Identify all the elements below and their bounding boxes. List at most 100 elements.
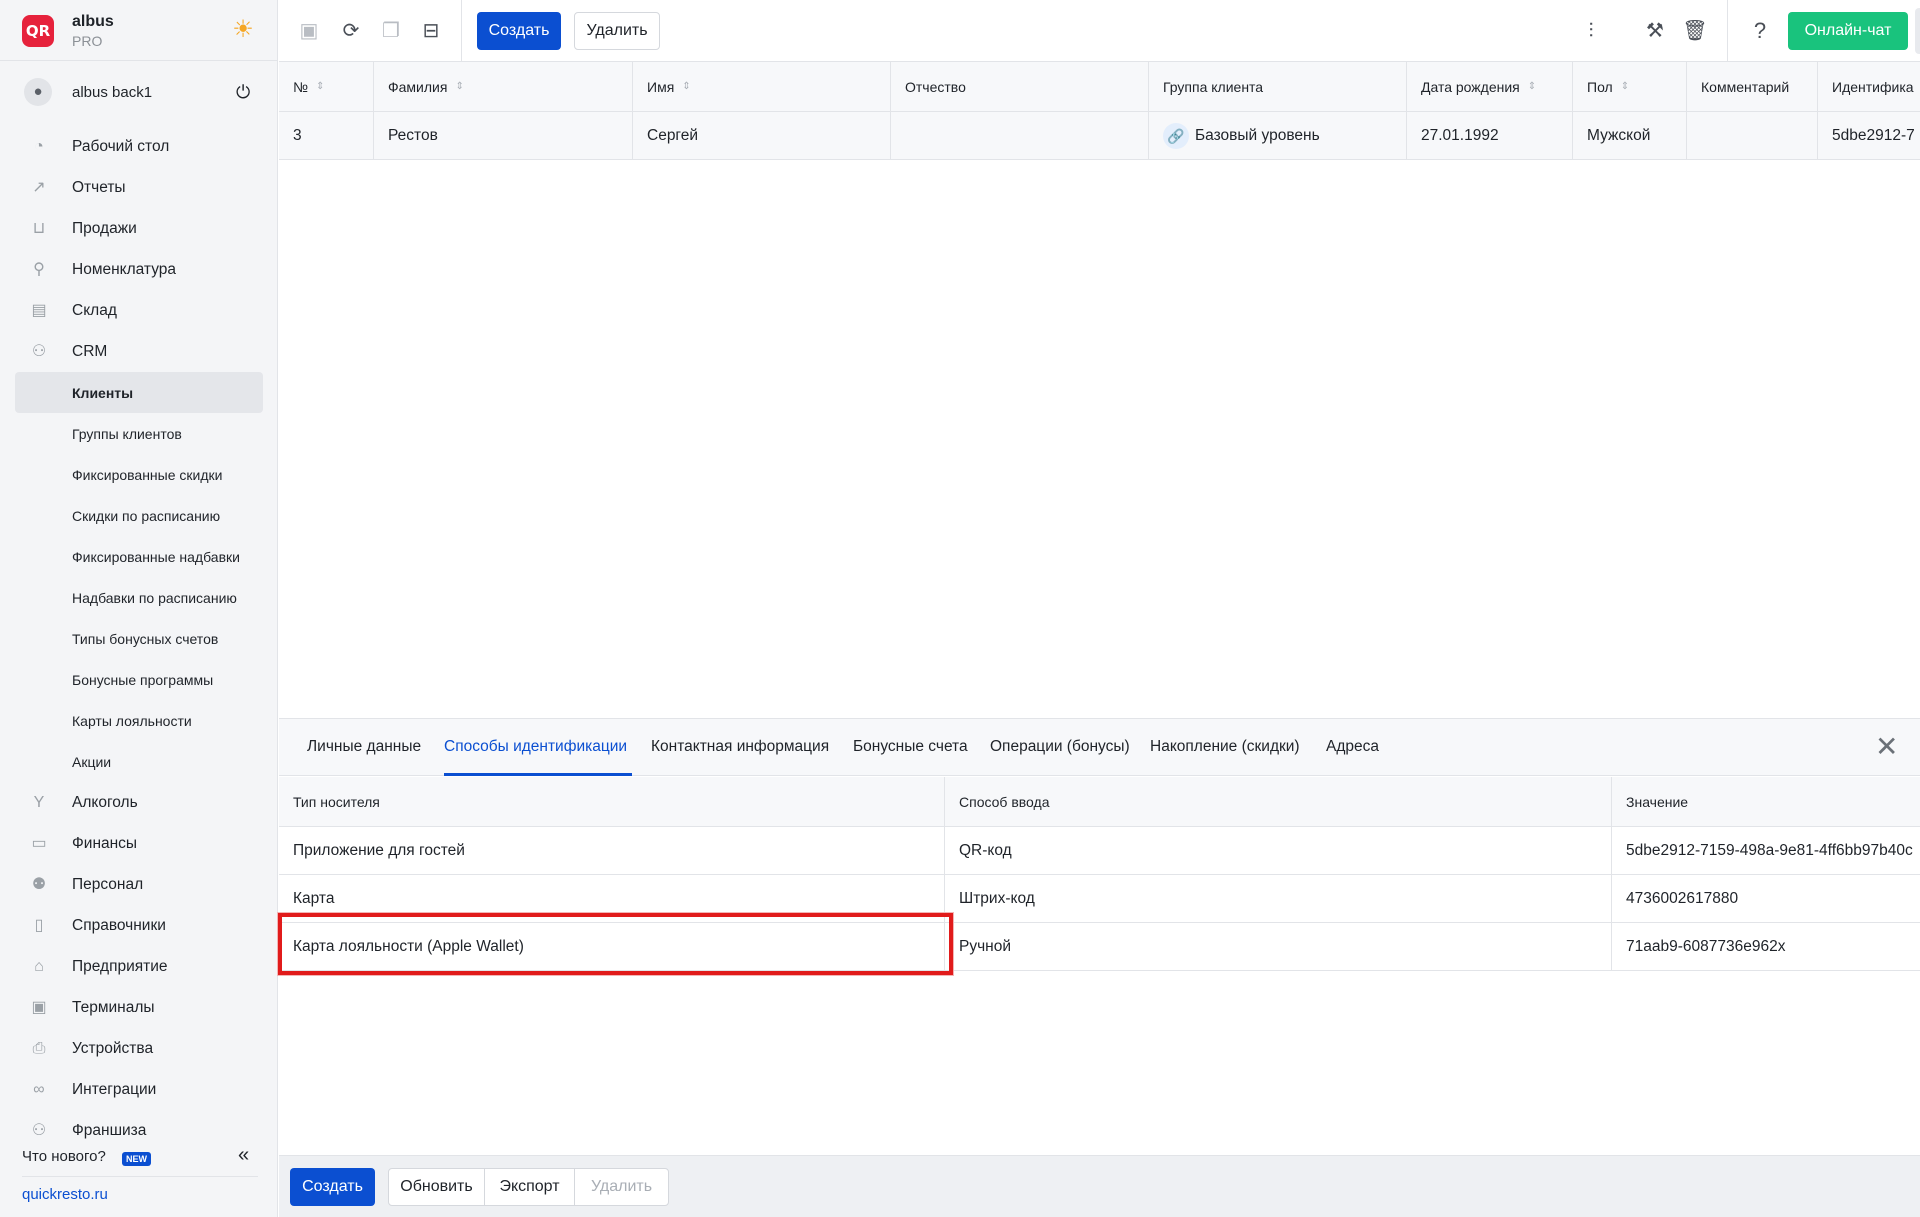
col-lastname[interactable]: Фамилия ⇕ bbox=[374, 62, 633, 111]
cell-number: 3 bbox=[279, 112, 374, 159]
col-carrier-type[interactable]: Тип носителя bbox=[279, 777, 945, 826]
power-icon[interactable]: ⏻ bbox=[236, 82, 250, 103]
tab-bonus-operations[interactable]: Операции (бонусы) bbox=[990, 738, 1130, 756]
sidebar-item-wallet[interactable]: ▭ Финансы bbox=[0, 823, 278, 864]
bottom-bar: Создать Обновить Экспорт Удалить bbox=[279, 1155, 1920, 1217]
sidebar-item-book[interactable]: ▯ Справочники bbox=[0, 905, 278, 946]
glass-icon: Y bbox=[33, 794, 45, 811]
col-group[interactable]: Группа клиента bbox=[1149, 62, 1407, 111]
trash-icon[interactable]: 🗑 bbox=[1681, 17, 1709, 45]
user-name[interactable]: albus back1 bbox=[72, 84, 152, 101]
franchise-icon: ⚇ bbox=[31, 1122, 47, 1139]
col-input-method[interactable]: Способ ввода bbox=[945, 777, 1612, 826]
brand-header: QR albus PRO ☀ bbox=[0, 0, 278, 61]
sidebar-subitem[interactable]: Надбавки по расписанию bbox=[0, 577, 278, 618]
filter-settings-icon[interactable]: ⫶ bbox=[1577, 17, 1605, 45]
tools-active-bg bbox=[1915, 8, 1920, 54]
sidebar-item-crm[interactable]: ⚇ CRM bbox=[0, 331, 278, 372]
collapse-sidebar-icon[interactable]: « bbox=[238, 1144, 249, 1167]
col-firstname[interactable]: Имя ⇕ bbox=[633, 62, 891, 111]
sidebar-subitem[interactable]: Акции bbox=[0, 741, 278, 782]
sidebar-item-infinity[interactable]: ∞ Интеграции bbox=[0, 1069, 278, 1110]
sort-icon: ⇕ bbox=[455, 80, 464, 92]
inbox-icon[interactable]: ⊟ bbox=[417, 17, 445, 45]
sidebar-subitem[interactable]: Карты лояльности bbox=[0, 700, 278, 741]
col-birthdate[interactable]: Дата рождения ⇕ bbox=[1407, 62, 1573, 111]
refresh-icon[interactable]: ⟳ bbox=[337, 17, 365, 45]
sidebar-subitem[interactable]: Бонусные программы bbox=[0, 659, 278, 700]
cell-comment bbox=[1687, 112, 1818, 159]
tab-discount-accumulation[interactable]: Накопление (скидки) bbox=[1150, 738, 1300, 756]
tab-addresses[interactable]: Адреса bbox=[1326, 738, 1379, 756]
link-icon: ⚲ bbox=[33, 261, 45, 278]
sidebar-item-store[interactable]: ⌂ Предприятие bbox=[0, 946, 278, 987]
cell-group: 🔗 Базовый уровень bbox=[1149, 112, 1407, 159]
sun-icon[interactable]: ☀ bbox=[230, 17, 256, 43]
toolbar-divider bbox=[461, 0, 462, 62]
sort-icon: ⇕ bbox=[1620, 80, 1630, 92]
delete-button[interactable]: Удалить bbox=[574, 12, 660, 50]
table-row[interactable]: 3 Рестов Сергей 🔗 Базовый уровень 27.01.1… bbox=[279, 112, 1920, 160]
col-identifier[interactable]: Идентифика bbox=[1818, 62, 1920, 111]
create-button[interactable]: Создать bbox=[477, 12, 561, 50]
sidebar-item-label: Номенклатура bbox=[72, 260, 177, 278]
user-block: ● albus back1 ⏻ bbox=[0, 62, 278, 122]
cell-value: 5dbe2912-7159-498a-9e81-4ff6bb97b40c bbox=[1626, 841, 1913, 859]
col-comment[interactable]: Комментарий bbox=[1687, 62, 1818, 111]
create-button[interactable]: Создать bbox=[290, 1168, 375, 1206]
wallet-icon: ▭ bbox=[31, 835, 47, 852]
sidebar-item-basket[interactable]: ⊔ Продажи bbox=[0, 208, 278, 249]
cell-birthdate: 27.01.1992 bbox=[1407, 112, 1573, 159]
cell-sex: Мужской bbox=[1573, 112, 1687, 159]
highlight-box bbox=[278, 913, 953, 975]
save-icon[interactable]: ▣ bbox=[295, 17, 323, 45]
book-icon: ▯ bbox=[34, 917, 44, 934]
site-link[interactable]: quickresto.ru bbox=[22, 1186, 108, 1203]
export-button[interactable]: Экспорт bbox=[484, 1168, 575, 1206]
link-icon[interactable]: 🔗 bbox=[1163, 122, 1189, 149]
infinity-icon: ∞ bbox=[33, 1081, 45, 1098]
sidebar-item-chart[interactable]: ↗ Отчеты bbox=[0, 167, 278, 208]
tab-identification[interactable]: Способы идентификации bbox=[444, 738, 627, 756]
sidebar-item-terminal[interactable]: ▣ Терминалы bbox=[0, 987, 278, 1028]
col-middlename[interactable]: Отчество bbox=[891, 62, 1149, 111]
delete-button[interactable]: Удалить bbox=[574, 1168, 669, 1206]
dashboard-icon: ◔ bbox=[34, 138, 44, 155]
detail-tabs: Личные данные Способы идентификации Конт… bbox=[279, 719, 1920, 776]
copy-icon[interactable]: ❐ bbox=[377, 17, 405, 45]
col-value[interactable]: Значение bbox=[1612, 777, 1920, 826]
sidebar-subitem[interactable]: Клиенты bbox=[15, 372, 263, 413]
close-icon[interactable]: ✕ bbox=[1875, 730, 1898, 763]
tools-icon[interactable]: ⚒ bbox=[1641, 17, 1669, 45]
sort-icon: ⇕ bbox=[316, 80, 325, 92]
sidebar-subitem[interactable]: Скидки по расписанию bbox=[0, 495, 278, 536]
sidebar-item-printer[interactable]: ⎙ Устройства bbox=[0, 1028, 278, 1069]
table-header: № ⇕ Фамилия ⇕ Имя ⇕ Отчество Группа клиента… bbox=[279, 62, 1920, 112]
sidebar-subitem[interactable]: Фиксированные надбавки bbox=[0, 536, 278, 577]
tab-bonus-accounts[interactable]: Бонусные счета bbox=[853, 738, 968, 756]
table-row[interactable]: Приложение для гостей QR-код 5dbe2912-71… bbox=[279, 827, 1920, 875]
sidebar-item-people[interactable]: ⚉ Персонал bbox=[0, 864, 278, 905]
tab-contacts[interactable]: Контактная информация bbox=[651, 738, 829, 756]
col-sex[interactable]: Пол ⇕ bbox=[1573, 62, 1687, 111]
cell-lastname: Рестов bbox=[374, 112, 633, 159]
whats-new-link[interactable]: Что нового? bbox=[22, 1148, 106, 1165]
sidebar-item-link[interactable]: ⚲ Номенклатура bbox=[0, 249, 278, 290]
sidebar-subitem[interactable]: Типы бонусных счетов bbox=[0, 618, 278, 659]
sidebar-item-dashboard[interactable]: ◔ Рабочий стол bbox=[0, 126, 278, 167]
sidebar-subitem[interactable]: Группы клиентов bbox=[0, 413, 278, 454]
sidebar-item-warehouse[interactable]: ▤ Склад bbox=[0, 290, 278, 331]
printer-icon: ⎙ bbox=[32, 1040, 46, 1057]
help-icon[interactable]: ? bbox=[1746, 17, 1774, 45]
sidebar-item-franchise[interactable]: ⚇ Франшиза bbox=[0, 1110, 278, 1151]
refresh-button[interactable]: Обновить bbox=[388, 1168, 485, 1206]
chart-icon: ↗ bbox=[32, 179, 46, 196]
online-chat-button[interactable]: Онлайн-чат bbox=[1788, 12, 1908, 50]
table-header: Тип носителя Способ ввода Значение bbox=[279, 777, 1920, 827]
sidebar-item-label: Отчеты bbox=[72, 178, 126, 196]
col-number[interactable]: № ⇕ bbox=[279, 62, 374, 111]
tab-personal[interactable]: Личные данные bbox=[307, 738, 421, 756]
sidebar-item-glass[interactable]: Y Алкоголь bbox=[0, 782, 278, 823]
sidebar-subitem[interactable]: Фиксированные скидки bbox=[0, 454, 278, 495]
store-icon: ⌂ bbox=[34, 958, 44, 975]
